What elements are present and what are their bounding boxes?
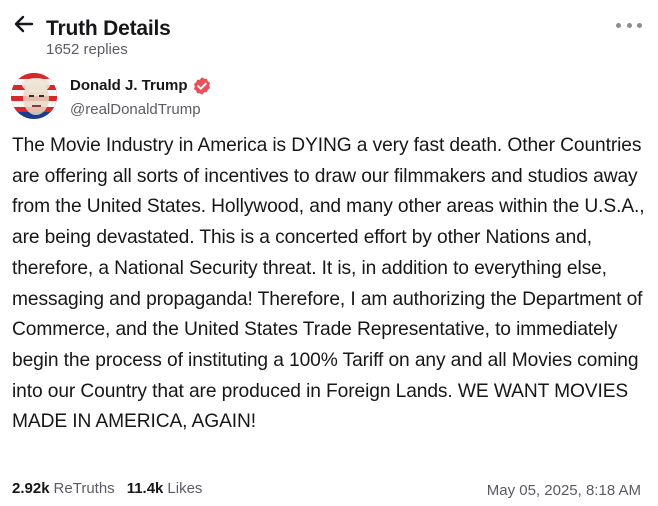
- post-timestamp: May 05, 2025, 8:18 AM: [486, 482, 641, 499]
- author-display-name[interactable]: Donald J. Trump: [70, 76, 188, 96]
- truth-details-page: Truth Details 1652 replies Donald J. Tru…: [0, 0, 658, 506]
- retruths-stat[interactable]: 2.92k ReTruths: [12, 478, 115, 500]
- reply-count: 1652 replies: [46, 41, 128, 58]
- arrow-left-icon: [14, 15, 34, 33]
- more-options-button[interactable]: [616, 16, 642, 34]
- author-row: Donald J. Trump @realDonaldTrump: [11, 73, 646, 125]
- more-horizontal-icon: [637, 22, 642, 28]
- verified-badge-icon: [193, 77, 210, 95]
- likes-count: 11.4k: [126, 480, 164, 497]
- author-handle[interactable]: @realDonaldTrump: [70, 100, 201, 120]
- more-horizontal-icon: [616, 22, 621, 28]
- engagement-stats: 2.92k ReTruths 11.4k Likes: [12, 478, 214, 500]
- retruths-count: 2.92k: [12, 480, 50, 497]
- back-button[interactable]: [12, 12, 36, 36]
- more-horizontal-icon: [626, 22, 632, 28]
- post-body: The Movie Industry in America is DYING a…: [12, 135, 645, 433]
- avatar[interactable]: [11, 73, 57, 119]
- retruths-label: ReTruths: [53, 480, 115, 497]
- likes-stat[interactable]: 11.4k Likes: [127, 478, 203, 500]
- header: Truth Details 1652 replies: [12, 8, 646, 60]
- page-title: Truth Details: [46, 17, 171, 40]
- likes-label: Likes: [167, 480, 203, 497]
